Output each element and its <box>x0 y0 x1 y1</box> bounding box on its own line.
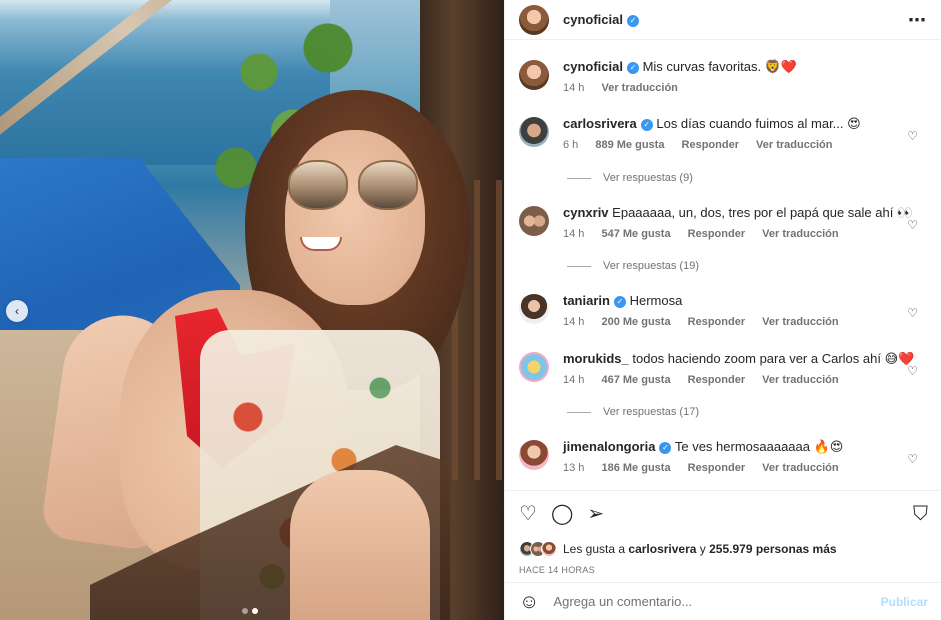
avatar[interactable] <box>519 206 549 236</box>
comment-item: carlosrivera ✓ Los días cuando fuimos al … <box>519 115 928 151</box>
post-header: cynoficial ✓ ⋯ <box>505 0 941 40</box>
post-actions: ♡ ◯ ➢ ⛉ Les gusta a carlosrivera y 255.9… <box>505 490 941 575</box>
share-icon[interactable]: ➢ <box>587 504 604 524</box>
post-panel: cynoficial ✓ ⋯ cynoficial ✓ Mis curvas fav… <box>504 0 941 620</box>
comment-likes[interactable]: 467 Me gusta <box>601 374 670 386</box>
reply-button[interactable]: Responder <box>688 316 745 328</box>
translate-link[interactable]: Ver traducción <box>762 228 838 240</box>
caption-text: Mis curvas favoritas. 🦁❤️ <box>642 59 798 74</box>
comment-time[interactable]: 14 h <box>563 228 584 240</box>
comment-input[interactable] <box>553 594 881 609</box>
avatar[interactable] <box>519 4 549 35</box>
verified-icon: ✓ <box>659 441 672 454</box>
caption: cynoficial ✓ Mis curvas favoritas. 🦁❤️ 14… <box>519 58 928 94</box>
more-options-icon[interactable]: ⋯ <box>908 11 927 29</box>
likes-summary: Les gusta a carlosrivera y 255.979 perso… <box>519 541 928 557</box>
verified-icon: ✓ <box>640 118 653 131</box>
carousel-dot <box>242 608 248 614</box>
comment-username[interactable]: morukids_ <box>563 351 629 366</box>
comment-username[interactable]: jimenalongoria <box>563 439 655 454</box>
avatar[interactable] <box>519 440 549 470</box>
comment-username[interactable]: cynxriv <box>563 205 609 220</box>
chevron-left-icon: ‹ <box>15 304 19 318</box>
heart-icon[interactable]: ♡ <box>907 129 918 143</box>
person-arm <box>290 470 430 620</box>
translate-link[interactable]: Ver traducción <box>762 316 838 328</box>
add-comment-bar: ☺ Publicar <box>505 582 941 620</box>
likes-middle: y <box>696 542 710 556</box>
comment-likes[interactable]: 547 Me gusta <box>601 228 670 240</box>
like-icon[interactable]: ♡ <box>519 504 537 524</box>
comment-time[interactable]: 6 h <box>563 139 578 151</box>
view-replies-button[interactable]: Ver respuestas (19) <box>567 260 699 272</box>
caption-username[interactable]: cynoficial <box>563 59 623 74</box>
reply-button[interactable]: Responder <box>688 228 745 240</box>
carousel-dot-active <box>252 608 258 614</box>
comment-time[interactable]: 13 h <box>563 462 584 474</box>
avatar[interactable] <box>519 60 549 90</box>
view-replies-button[interactable]: Ver respuestas (9) <box>567 172 693 184</box>
comment-item: morukids_ todos haciendo zoom para ver a… <box>519 350 928 386</box>
author-username[interactable]: cynoficial ✓ <box>563 12 639 27</box>
comment-text: todos haciendo zoom para ver a Carlos ah… <box>632 351 915 366</box>
post-timestamp[interactable]: HACE 14 HORAS <box>519 565 928 575</box>
translate-link[interactable]: Ver traducción <box>601 82 677 94</box>
view-replies-button[interactable]: Ver respuestas (17) <box>567 406 699 418</box>
heart-icon[interactable]: ♡ <box>907 218 918 232</box>
caption-time[interactable]: 14 h <box>563 82 584 94</box>
carousel-prev-button[interactable]: ‹ <box>6 300 28 322</box>
heart-icon[interactable]: ♡ <box>907 452 918 466</box>
comment-icon[interactable]: ◯ <box>551 504 573 524</box>
translate-link[interactable]: Ver traducción <box>756 139 832 151</box>
translate-link[interactable]: Ver traducción <box>762 374 838 386</box>
likes-prefix: Les gusta a <box>563 542 629 556</box>
publish-button[interactable]: Publicar <box>881 595 928 609</box>
comment-text: Hermosa <box>629 293 683 308</box>
comment-likes[interactable]: 200 Me gusta <box>601 316 670 328</box>
comment-text: Te ves hermosaaaaaaa 🔥😍 <box>674 439 844 454</box>
avatar[interactable] <box>519 117 549 147</box>
avatar[interactable] <box>519 352 549 382</box>
comment-time[interactable]: 14 h <box>563 316 584 328</box>
avatar <box>541 541 557 557</box>
comment-item: cynxriv Epaaaaaa, un, dos, tres por el p… <box>519 204 928 240</box>
comment-username[interactable]: carlosrivera <box>563 116 637 131</box>
translate-link[interactable]: Ver traducción <box>762 462 838 474</box>
carousel-dots <box>242 608 258 614</box>
heart-icon[interactable]: ♡ <box>907 364 918 378</box>
bookmark-icon[interactable]: ⛉ <box>913 504 928 524</box>
comment-item: taniarin ✓ Hermosa 14 h 200 Me gusta Resp… <box>519 292 928 328</box>
post-image[interactable]: ‹ <box>0 0 504 620</box>
comments-list: cynoficial ✓ Mis curvas favoritas. 🦁❤️ 14… <box>505 48 941 488</box>
verified-icon: ✓ <box>613 295 626 308</box>
comment-likes[interactable]: 186 Me gusta <box>601 462 670 474</box>
comment-item: jimenalongoria ✓ Te ves hermosaaaaaaa 🔥😍 … <box>519 438 928 474</box>
comment-likes[interactable]: 889 Me gusta <box>595 139 664 151</box>
comment-username[interactable]: taniarin <box>563 293 610 308</box>
comment-time[interactable]: 14 h <box>563 374 584 386</box>
reply-button[interactable]: Responder <box>688 374 745 386</box>
person-face <box>285 130 425 305</box>
likes-count[interactable]: 255.979 personas más <box>709 542 836 556</box>
heart-icon[interactable]: ♡ <box>907 306 918 320</box>
sunglasses <box>288 160 423 215</box>
reply-button[interactable]: Responder <box>688 462 745 474</box>
verified-icon: ✓ <box>626 14 639 27</box>
comment-text: Los días cuando fuimos al mar... 😍 <box>656 116 861 131</box>
emoji-icon[interactable]: ☺ <box>519 592 539 612</box>
avatar[interactable] <box>519 294 549 324</box>
verified-icon: ✓ <box>626 61 639 74</box>
reply-button[interactable]: Responder <box>682 139 739 151</box>
likes-user[interactable]: carlosrivera <box>628 542 696 556</box>
comment-text: Epaaaaaa, un, dos, tres por el papá que … <box>612 205 914 220</box>
